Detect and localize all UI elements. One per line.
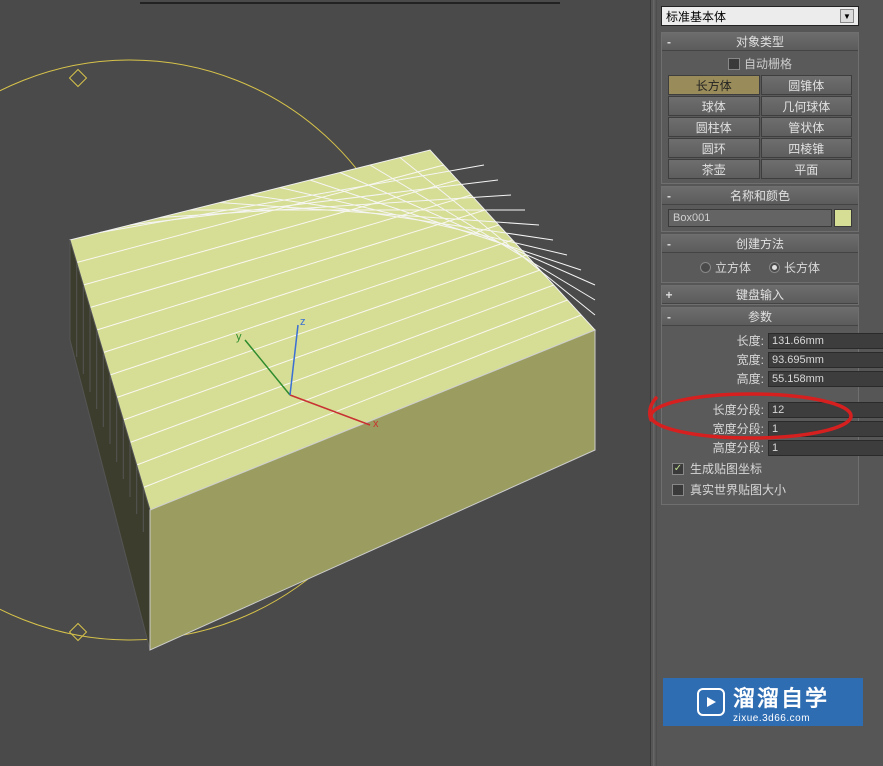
rollout-header-name[interactable]: - 名称和颜色 — [662, 187, 858, 205]
side-panel: 标准基本体 ▼ - 对象类型 自动栅格 长方体 圆锥体 球体 几何球体 圆柱体 — [650, 0, 883, 766]
btn-pyramid[interactable]: 四棱锥 — [761, 138, 853, 158]
real-world-label: 真实世界贴图大小 — [690, 481, 786, 498]
color-swatch[interactable] — [834, 209, 852, 227]
rollout-title: 参数 — [662, 308, 858, 325]
watermark-brand: 溜溜自学 — [733, 681, 829, 713]
panel-divider — [653, 0, 657, 766]
svg-text:y: y — [236, 331, 242, 343]
rollout-title: 创建方法 — [662, 235, 858, 252]
btn-box[interactable]: 长方体 — [668, 75, 760, 95]
spinner-height-segs[interactable]: ▲▼ — [768, 440, 852, 456]
param-height: 高度: ▲▼ — [668, 370, 852, 387]
spinner-height[interactable]: ▲▼ — [768, 371, 852, 387]
rollout-header-keyboard[interactable]: + 键盘输入 — [662, 286, 858, 304]
gen-map-label: 生成贴图坐标 — [690, 460, 762, 477]
radio-box[interactable]: 长方体 — [769, 259, 820, 276]
btn-teapot[interactable]: 茶壶 — [668, 159, 760, 179]
viewport-svg: x y z — [0, 0, 650, 766]
selection-handle-bottom[interactable] — [70, 624, 87, 641]
play-icon — [697, 688, 725, 716]
btn-sphere[interactable]: 球体 — [668, 96, 760, 116]
chevron-down-icon: ▼ — [840, 9, 854, 23]
param-height-segs: 高度分段: ▲▼ — [668, 439, 852, 456]
gen-map-checkbox[interactable]: ✓ — [672, 463, 684, 475]
radio-cube[interactable]: 立方体 — [700, 259, 751, 276]
spinner-length-segs[interactable]: ▲▼ — [768, 402, 852, 418]
watermark-url: zixue.3d66.com — [733, 713, 829, 724]
viewport-area[interactable]: x y z — [0, 0, 650, 766]
rollout-title: 名称和颜色 — [662, 187, 858, 204]
watermark: 溜溜自学 zixue.3d66.com — [663, 678, 863, 726]
dropdown-value: 标准基本体 — [666, 8, 726, 25]
btn-cone[interactable]: 圆锥体 — [761, 75, 853, 95]
spinner-width[interactable]: ▲▼ — [768, 352, 852, 368]
category-dropdown[interactable]: 标准基本体 ▼ — [661, 6, 859, 26]
btn-plane[interactable]: 平面 — [761, 159, 853, 179]
svg-text:z: z — [300, 316, 306, 328]
btn-geosphere[interactable]: 几何球体 — [761, 96, 853, 116]
rollout-title: 对象类型 — [662, 33, 858, 50]
rollout-title: 键盘输入 — [662, 286, 858, 303]
rollout-header-creation[interactable]: - 创建方法 — [662, 235, 858, 253]
param-width: 宽度: ▲▼ — [668, 351, 852, 368]
real-world-checkbox[interactable] — [672, 484, 684, 496]
btn-tube[interactable]: 管状体 — [761, 117, 853, 137]
rollout-object-type: - 对象类型 自动栅格 长方体 圆锥体 球体 几何球体 圆柱体 管状体 圆环 四… — [661, 32, 859, 184]
svg-text:x: x — [373, 418, 379, 430]
selection-handle-top[interactable] — [70, 70, 87, 87]
rollout-header-object-type[interactable]: - 对象类型 — [662, 33, 858, 51]
rollout-parameters: - 参数 长度: ▲▼ 宽度: ▲▼ — [661, 307, 859, 505]
spinner-width-segs[interactable]: ▲▼ — [768, 421, 852, 437]
btn-cylinder[interactable]: 圆柱体 — [668, 117, 760, 137]
btn-torus[interactable]: 圆环 — [668, 138, 760, 158]
autogrid-label: 自动栅格 — [744, 55, 792, 72]
rollout-name-color: - 名称和颜色 — [661, 186, 859, 232]
rollout-keyboard-entry: + 键盘输入 — [661, 285, 859, 305]
rollout-creation-method: - 创建方法 立方体 长方体 — [661, 234, 859, 283]
object-button-grid: 长方体 圆锥体 球体 几何球体 圆柱体 管状体 圆环 四棱锥 茶壶 平面 — [668, 75, 852, 179]
radio-icon — [769, 262, 780, 273]
spinner-length[interactable]: ▲▼ — [768, 333, 852, 349]
param-length-segs: 长度分段: ▲▼ — [668, 401, 852, 418]
rollout-header-params[interactable]: - 参数 — [662, 308, 858, 326]
param-width-segs: 宽度分段: ▲▼ — [668, 420, 852, 437]
param-length: 长度: ▲▼ — [668, 332, 852, 349]
object-name-input[interactable] — [668, 209, 832, 227]
autogrid-checkbox[interactable] — [728, 58, 740, 70]
radio-icon — [700, 262, 711, 273]
